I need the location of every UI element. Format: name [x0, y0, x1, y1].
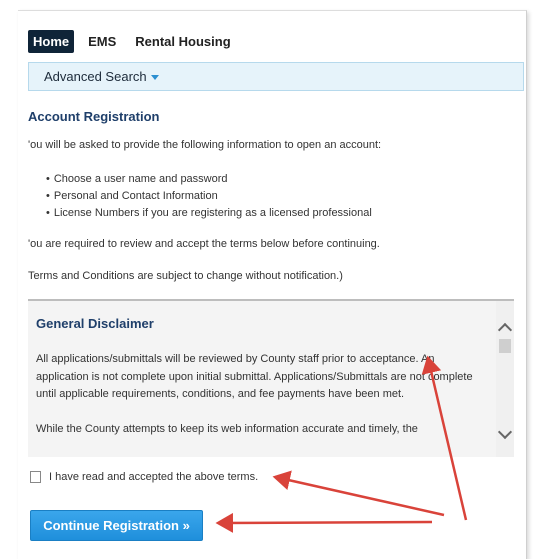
tab-ems[interactable]: EMS	[83, 30, 121, 53]
chevron-up-icon[interactable]	[497, 322, 513, 338]
chevron-down-icon	[150, 75, 159, 80]
disclaimer-paragraph: All applications/submittals will be revi…	[36, 353, 473, 400]
continue-registration-button[interactable]: Continue Registration »	[30, 510, 203, 541]
disclaimer-title: General Disclaimer	[36, 316, 154, 331]
top-nav: Home EMS Rental Housing	[28, 28, 245, 54]
sub-nav-bar: Advanced Search	[28, 62, 524, 91]
list-item: Choose a user name and password	[46, 171, 372, 188]
disclaimer-body: All applications/submittals will be revi…	[36, 351, 488, 455]
intro-text: 'ou will be asked to provide the followi…	[28, 139, 382, 151]
page-title: Account Registration	[28, 109, 160, 124]
review-text: 'ou are required to review and accept th…	[28, 238, 380, 250]
accept-terms-row: I have read and accepted the above terms…	[30, 471, 258, 483]
terms-note: Terms and Conditions are subject to chan…	[28, 270, 343, 282]
scrollbar-thumb[interactable]	[499, 339, 511, 353]
chevron-down-icon[interactable]	[497, 424, 513, 440]
disclaimer-scrollbar[interactable]	[496, 301, 514, 457]
accept-terms-checkbox[interactable]	[30, 471, 41, 483]
requirements-list: Choose a user name and password Personal…	[46, 171, 372, 222]
tab-rental-housing[interactable]: Rental Housing	[130, 30, 235, 53]
disclaimer-box[interactable]: General Disclaimer All applications/subm…	[28, 299, 514, 457]
list-item: Personal and Contact Information	[46, 188, 372, 205]
advanced-search-label: Advanced Search	[44, 69, 147, 84]
page: Home EMS Rental Housing Advanced Search …	[0, 0, 533, 559]
accept-terms-label[interactable]: I have read and accepted the above terms…	[49, 471, 258, 483]
list-item: License Numbers if you are registering a…	[46, 205, 372, 222]
advanced-search-link[interactable]: Advanced Search	[44, 69, 159, 84]
disclaimer-paragraph: While the County attempts to keep its we…	[36, 422, 418, 435]
tab-home[interactable]: Home	[28, 29, 75, 53]
